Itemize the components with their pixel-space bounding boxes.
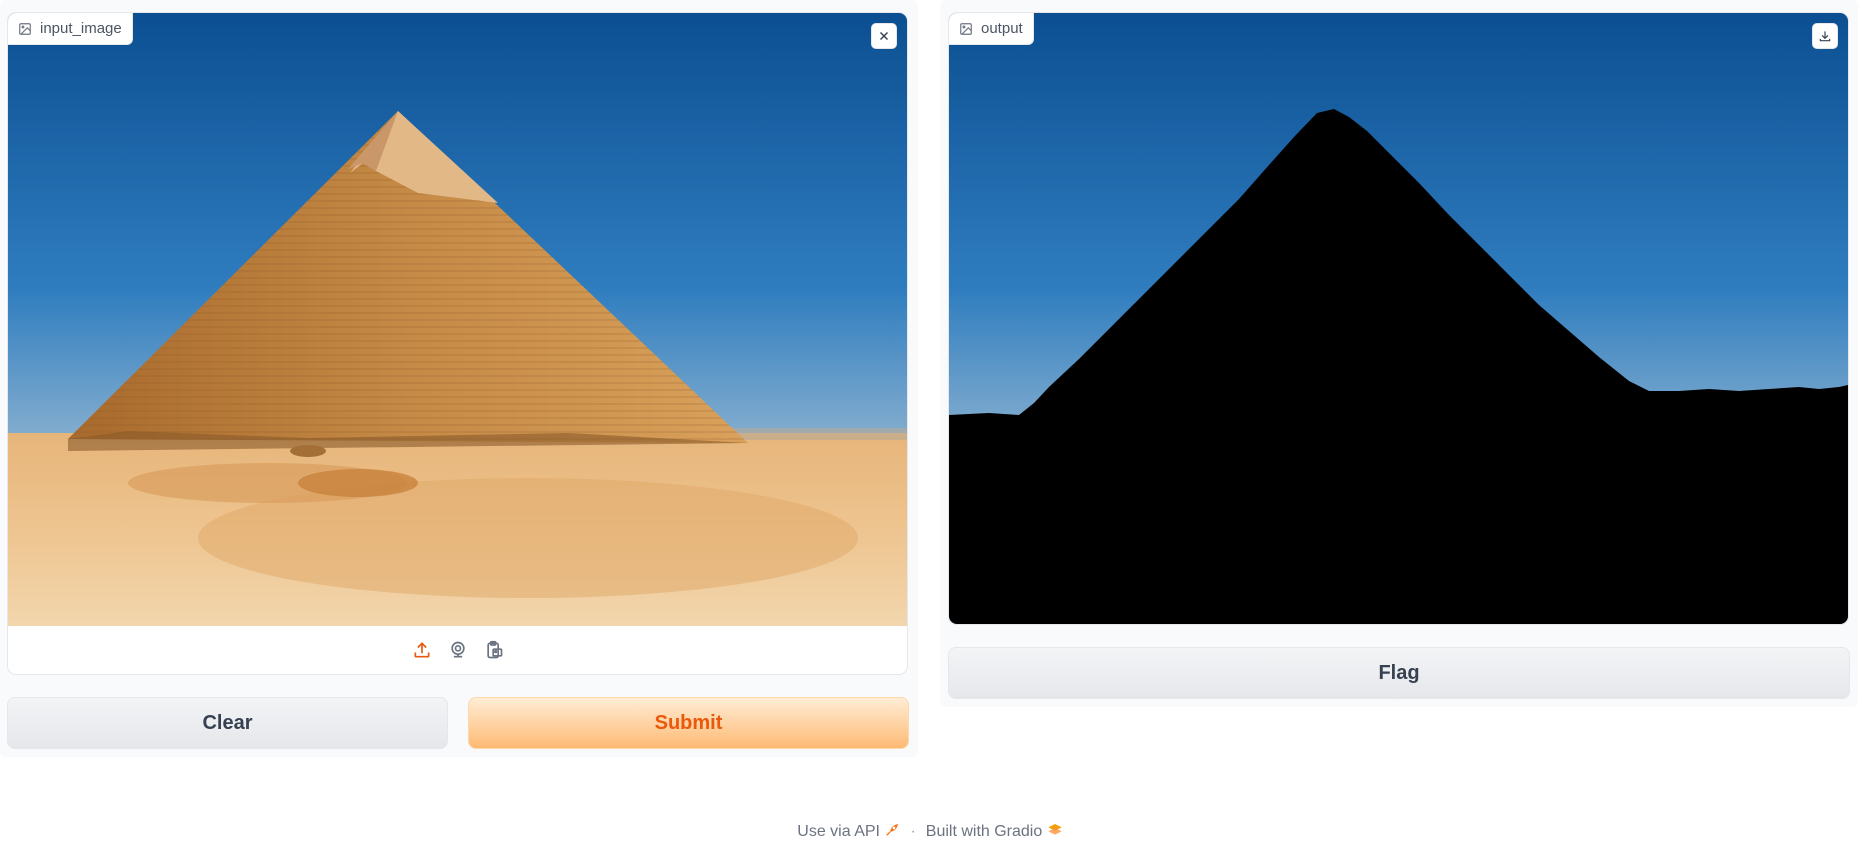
download-button[interactable]: [1812, 23, 1838, 49]
upload-source-button[interactable]: [409, 637, 435, 663]
image-icon: [19, 22, 31, 35]
footer-separator: ·: [910, 822, 916, 840]
built-with-gradio-link[interactable]: Built with Gradio: [926, 822, 1063, 841]
input-image-label-text: input_image: [40, 20, 122, 37]
built-with-gradio-text: Built with Gradio: [925, 823, 1043, 840]
output-image-label: output: [949, 13, 1034, 45]
clipboard-source-button[interactable]: [481, 637, 507, 663]
footer: Use via API · Built with Gradio: [0, 822, 1860, 841]
upload-icon: [414, 642, 429, 658]
flag-button[interactable]: Flag: [948, 647, 1850, 699]
output-image-component: output: [948, 12, 1849, 625]
output-panel: output Flag: [940, 0, 1858, 707]
clear-button[interactable]: Clear: [7, 697, 448, 749]
pyramid-photo: [8, 13, 907, 626]
use-via-api-link[interactable]: Use via API: [797, 822, 900, 841]
close-icon: [879, 31, 889, 41]
rocket-icon: [884, 823, 900, 840]
webcam-icon: [450, 641, 465, 658]
submit-button[interactable]: Submit: [468, 697, 909, 749]
webcam-source-button[interactable]: [445, 637, 471, 663]
input-image-preview: [8, 13, 907, 626]
download-icon: [1819, 31, 1831, 42]
segmentation-mask-image: [949, 13, 1848, 624]
output-image-label-text: output: [981, 20, 1023, 37]
clear-image-button[interactable]: [871, 23, 897, 49]
clipboard-icon: [486, 640, 502, 659]
output-image-preview: [949, 13, 1848, 624]
input-image-component[interactable]: input_image: [7, 12, 908, 675]
input-panel: input_image Clear Submit: [0, 0, 918, 757]
input-image-label: input_image: [8, 13, 133, 45]
use-via-api-text: Use via API: [797, 823, 880, 840]
gradio-logo-icon: [1047, 823, 1063, 840]
source-selection-bar: [8, 626, 907, 674]
image-icon: [960, 22, 972, 35]
